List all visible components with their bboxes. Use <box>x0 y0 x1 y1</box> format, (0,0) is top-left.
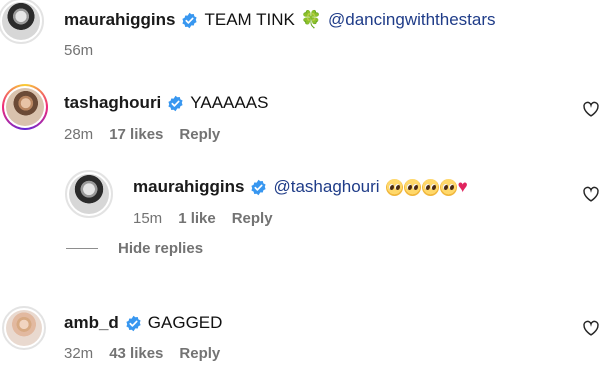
avatar[interactable] <box>2 306 46 350</box>
reply-maurahiggins: maurahiggins @tashaghouri ♥ 15m 1 like R… <box>0 168 600 230</box>
username[interactable]: tashaghouri <box>64 93 161 113</box>
hide-replies-label: Hide replies <box>118 240 204 257</box>
divider-dash <box>66 248 98 249</box>
emoji-run: ♥ <box>385 177 468 197</box>
verified-badge-icon <box>181 12 198 29</box>
heart-outline-icon[interactable] <box>582 320 600 336</box>
reply-button[interactable]: Reply <box>232 210 273 227</box>
comment-amb-d: amb_d GAGGED 32m 43 likes Reply <box>0 300 600 370</box>
comment-line: tashaghouri YAAAAAS <box>64 93 268 113</box>
timestamp: 15m <box>133 210 163 227</box>
username[interactable]: maurahiggins <box>133 177 244 197</box>
comment-line: amb_d GAGGED <box>64 313 222 333</box>
reply-button[interactable]: Reply <box>179 345 220 362</box>
comment-meta: 32m 43 likes Reply <box>64 345 220 362</box>
four-leaf-clover-icon: 🍀 <box>300 10 323 29</box>
comment-meta: 56m <box>64 42 93 59</box>
comment-line: maurahiggins TEAM TINK 🍀 @dancingwiththe… <box>64 10 496 30</box>
avatar-photo <box>6 88 44 126</box>
verified-badge-icon <box>125 315 142 332</box>
pleading-face-emoji <box>403 178 421 196</box>
avatar[interactable] <box>65 170 113 218</box>
pleading-face-emoji <box>385 178 403 196</box>
comment-text: GAGGED <box>147 313 223 332</box>
timestamp: 32m <box>64 345 94 362</box>
avatar-photo <box>6 310 42 346</box>
verified-badge-icon <box>250 179 267 196</box>
comment-tashaghouri: tashaghouri YAAAAAS 28m 17 likes Reply <box>0 84 600 154</box>
comment-meta: 28m 17 likes Reply <box>64 126 220 143</box>
mention-link[interactable]: @tashaghouri <box>273 177 379 197</box>
likes-count[interactable]: 43 likes <box>109 345 163 362</box>
pleading-face-emoji <box>421 178 439 196</box>
comment-text: TEAM TINK <box>204 10 295 29</box>
comment-maurahiggins-top: maurahiggins TEAM TINK 🍀 @dancingwiththe… <box>0 0 600 62</box>
verified-badge-icon <box>167 95 184 112</box>
mention-link[interactable]: @dancingwiththestars <box>328 10 496 30</box>
avatar-photo <box>2 2 40 40</box>
likes-count[interactable]: 1 like <box>178 210 216 227</box>
avatar[interactable] <box>0 0 44 44</box>
reply-button[interactable]: Reply <box>179 126 220 143</box>
hide-replies-toggle[interactable]: Hide replies <box>66 240 203 257</box>
heart-outline-icon[interactable] <box>582 101 600 117</box>
pleading-face-emoji <box>439 178 457 196</box>
comment-line: maurahiggins @tashaghouri ♥ <box>133 177 468 197</box>
comment-text: YAAAAAS <box>190 93 269 112</box>
username[interactable]: amb_d <box>64 313 119 333</box>
avatar-photo <box>69 174 109 214</box>
timestamp: 56m <box>64 42 94 59</box>
username[interactable]: maurahiggins <box>64 10 175 30</box>
heart-outline-icon[interactable] <box>582 186 600 202</box>
avatar[interactable] <box>2 84 48 130</box>
timestamp: 28m <box>64 126 94 143</box>
likes-count[interactable]: 17 likes <box>109 126 163 143</box>
comment-meta: 15m 1 like Reply <box>133 210 273 227</box>
red-heart-emoji: ♥ <box>457 177 468 196</box>
